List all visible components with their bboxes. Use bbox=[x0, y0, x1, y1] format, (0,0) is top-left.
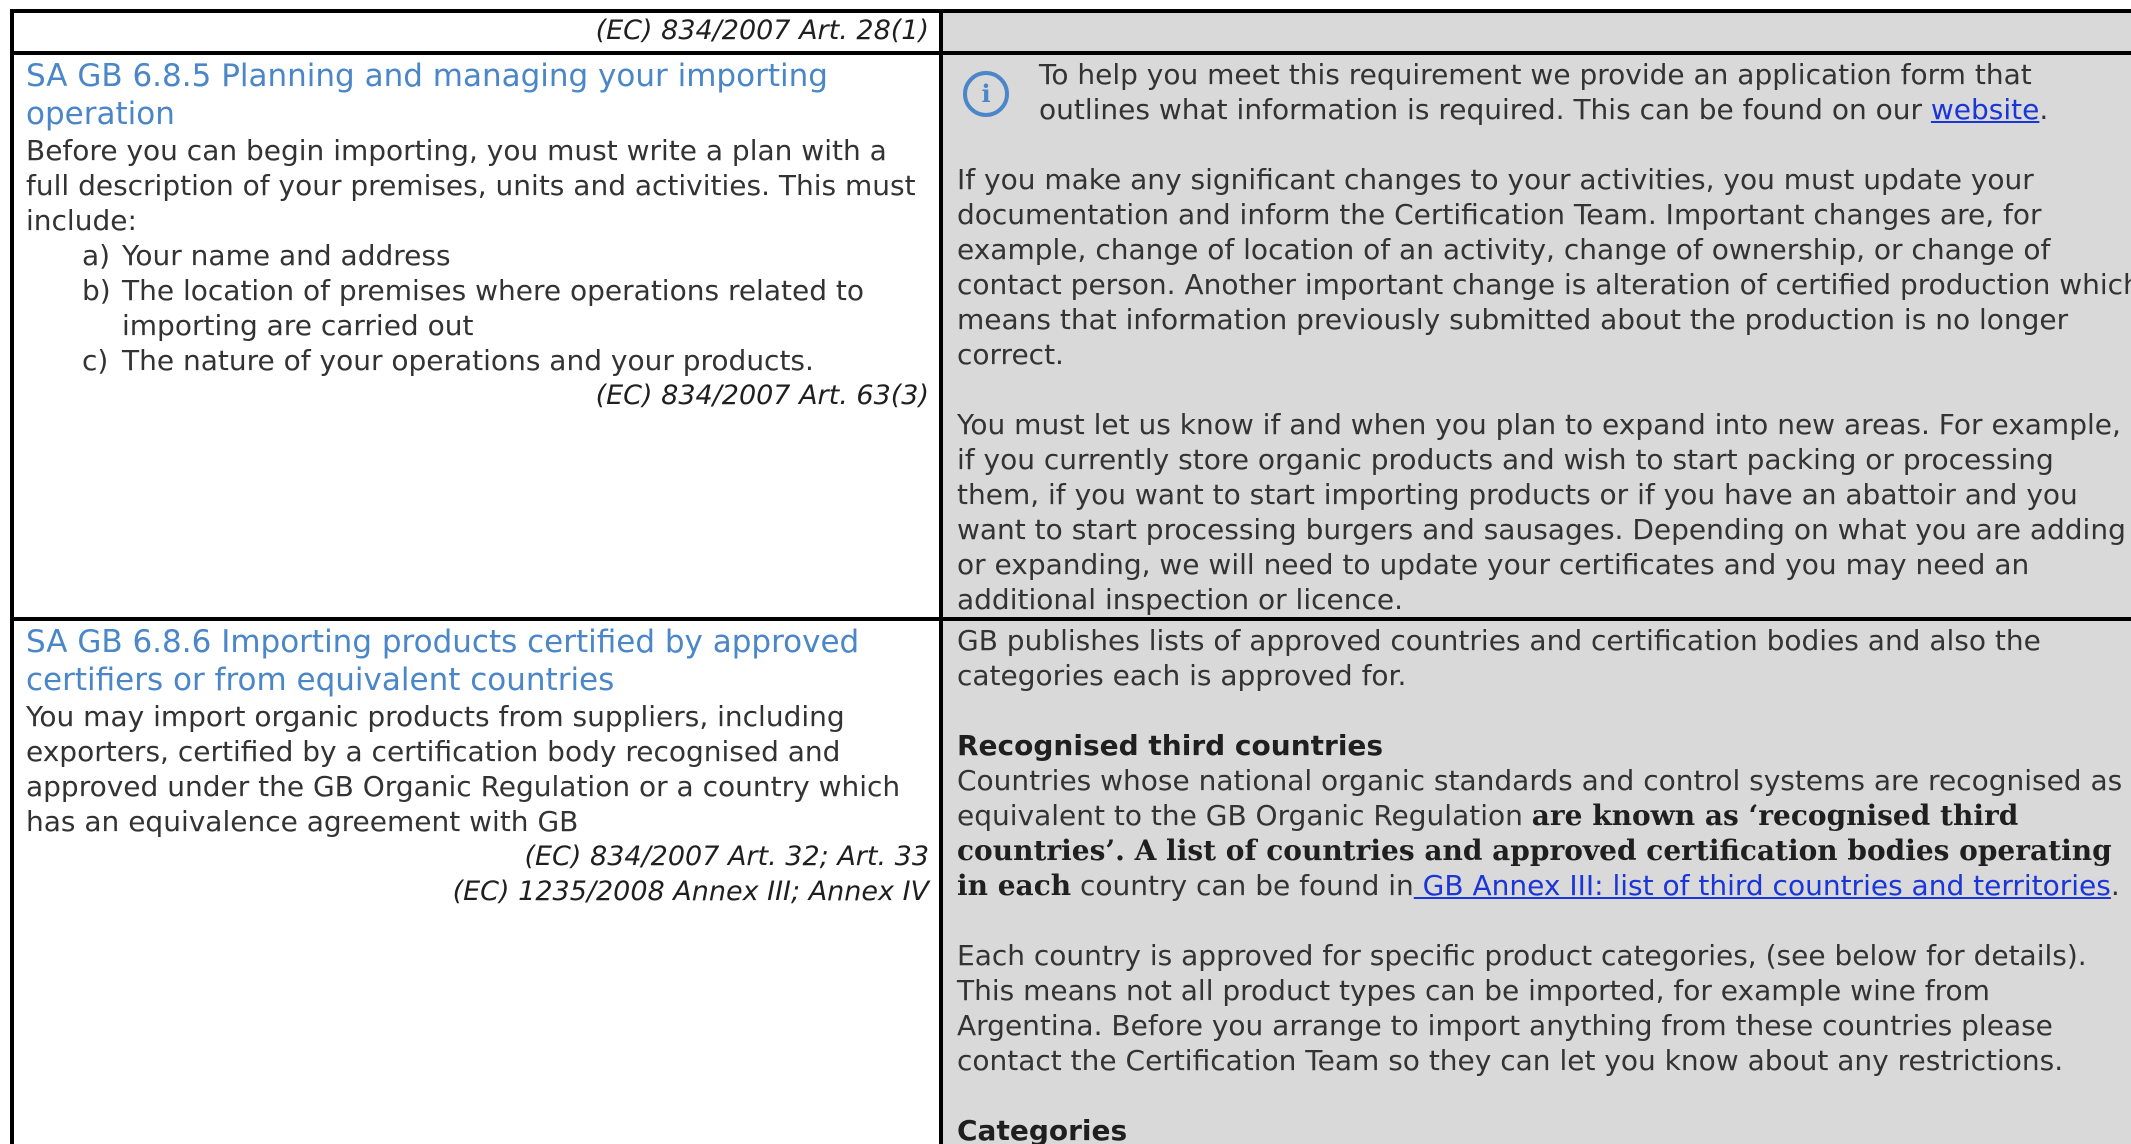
list-marker: c) bbox=[82, 344, 109, 377]
regulation-reference: (EC) 834/2007 Art. 28(1) bbox=[595, 15, 929, 46]
recognised-text-end: . bbox=[2110, 869, 2120, 902]
guidance-paragraph: Countries whose national organic standar… bbox=[957, 763, 2131, 903]
regulation-reference: (EC) 834/2007 Art. 63(3) bbox=[595, 380, 929, 411]
list-item-text: Your name and address bbox=[122, 239, 451, 272]
right-cell bbox=[939, 9, 2131, 55]
recognised-text-continued: country can be found in bbox=[1071, 869, 1414, 902]
left-cell: (EC) 834/2007 Art. 28(1) bbox=[10, 9, 943, 55]
table-row: (EC) 834/2007 Art. 28(1) bbox=[10, 9, 2131, 55]
website-link[interactable]: website bbox=[1931, 93, 2039, 126]
standards-document-page: (EC) 834/2007 Art. 28(1) SA GB 6.8.5 Pla… bbox=[0, 0, 2131, 1144]
right-cell: GB publishes lists of approved countries… bbox=[939, 617, 2131, 1144]
requirement-list: a) Your name and address b) The location… bbox=[26, 238, 935, 378]
list-marker: b) bbox=[82, 274, 111, 307]
list-item-text: The nature of your operations and your p… bbox=[122, 344, 814, 377]
info-icon: i bbox=[963, 71, 1009, 117]
guidance-paragraph: If you make any significant changes to y… bbox=[957, 163, 2131, 371]
info-text-body: To help you meet this requirement we pro… bbox=[1039, 58, 2032, 126]
list-item-text: The location of premises where operation… bbox=[122, 274, 864, 342]
list-item: b) The location of premises where operat… bbox=[82, 273, 935, 343]
left-cell: SA GB 6.8.6 Importing products certified… bbox=[10, 617, 943, 1144]
annex-iii-link[interactable]: GB Annex III: list of third countries an… bbox=[1414, 869, 2111, 902]
section-heading: SA GB 6.8.5 Planning and managing your i… bbox=[26, 58, 828, 132]
sub-heading: Categories bbox=[957, 1114, 1128, 1144]
standard-text: Before you can begin importing, you must… bbox=[26, 134, 916, 237]
section-heading: SA GB 6.8.6 Importing products certified… bbox=[26, 624, 860, 698]
guidance-paragraph: GB publishes lists of approved countries… bbox=[957, 624, 2041, 692]
right-cell: i To help you meet this requirement we p… bbox=[939, 51, 2131, 621]
info-callout: i To help you meet this requirement we p… bbox=[957, 57, 2131, 127]
regulation-reference: (EC) 834/2007 Art. 32; Art. 33 bbox=[524, 841, 929, 872]
list-item: c) The nature of your operations and you… bbox=[82, 343, 935, 378]
table-row: SA GB 6.8.6 Importing products certified… bbox=[10, 617, 2131, 1144]
regulation-reference: (EC) 1235/2008 Annex III; Annex IV bbox=[452, 876, 929, 907]
guidance-paragraph: You must let us know if and when you pla… bbox=[957, 408, 2126, 616]
table-row: SA GB 6.8.5 Planning and managing your i… bbox=[10, 51, 2131, 621]
standards-table: (EC) 834/2007 Art. 28(1) SA GB 6.8.5 Pla… bbox=[10, 9, 2131, 1144]
list-item: a) Your name and address bbox=[82, 238, 935, 273]
info-text-end: . bbox=[2039, 93, 2049, 126]
standard-text: You may import organic products from sup… bbox=[26, 700, 901, 838]
list-marker: a) bbox=[82, 239, 111, 272]
left-cell: SA GB 6.8.5 Planning and managing your i… bbox=[10, 51, 943, 621]
sub-heading: Recognised third countries bbox=[957, 729, 1384, 762]
guidance-paragraph: Each country is approved for specific pr… bbox=[957, 939, 2087, 1077]
info-text: To help you meet this requirement we pro… bbox=[1039, 57, 2131, 127]
